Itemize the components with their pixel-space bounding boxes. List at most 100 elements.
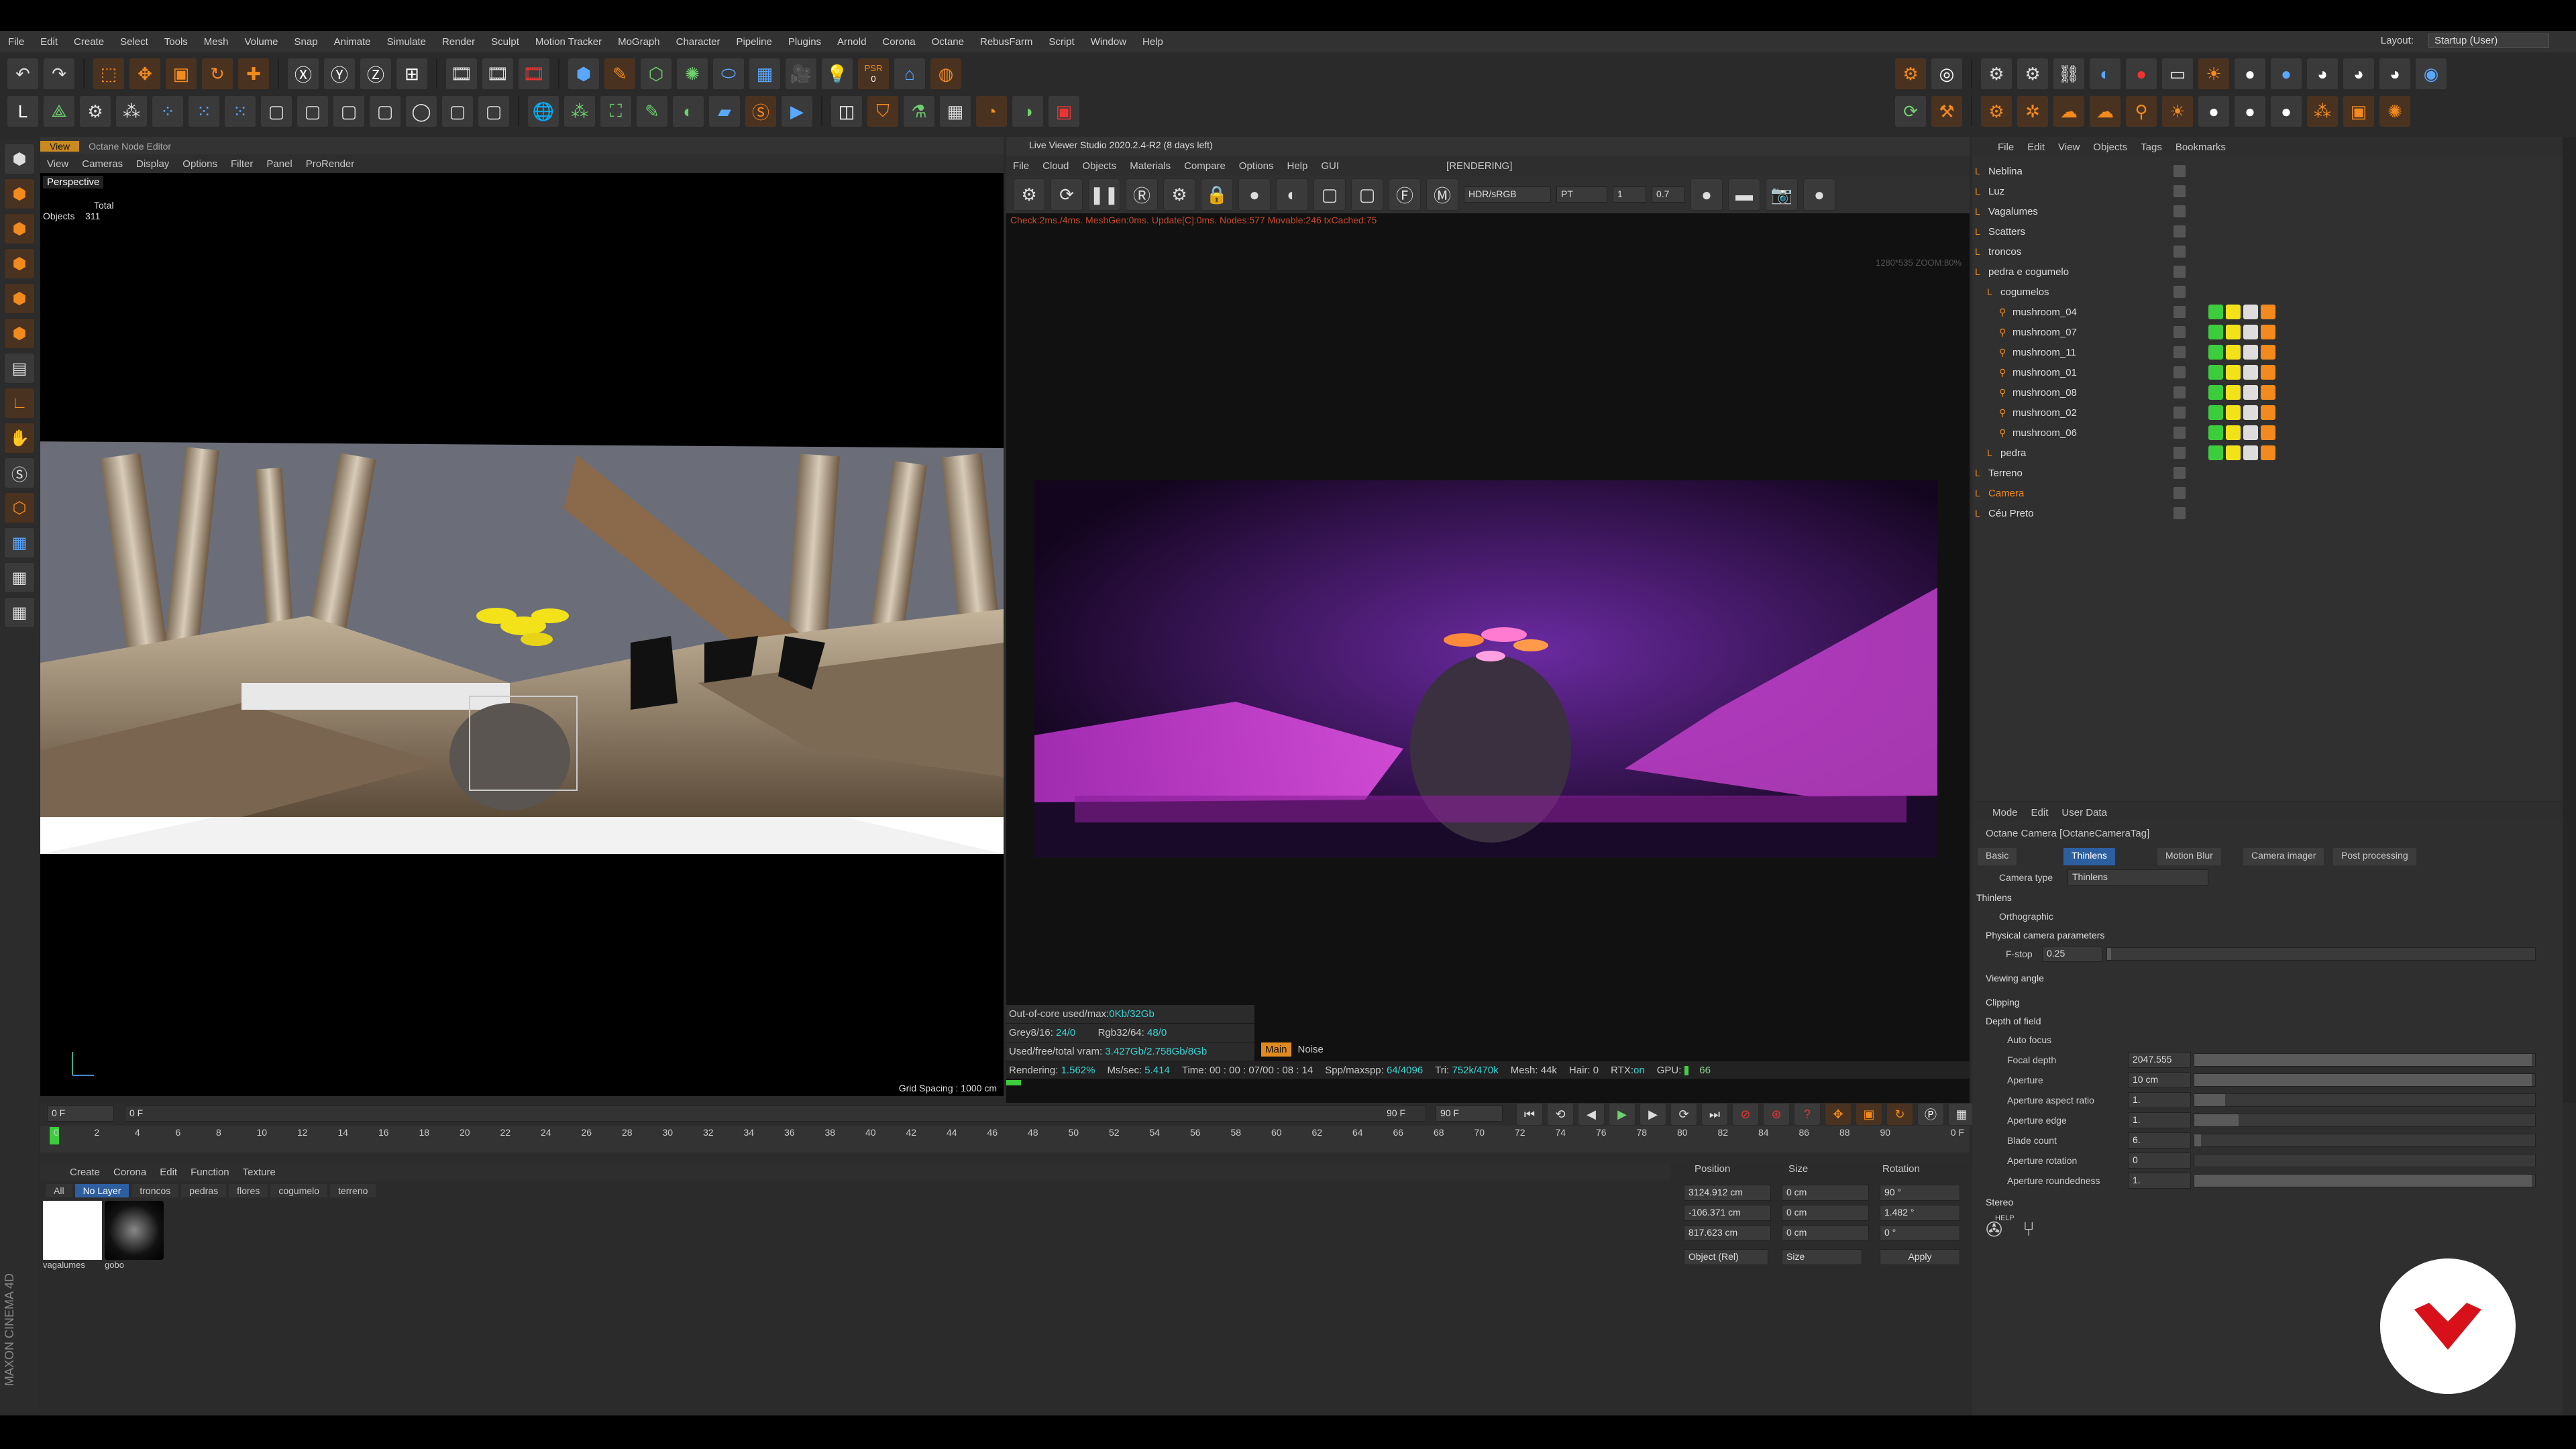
material-tag[interactable] [2243,325,2258,339]
visibility-toggle[interactable] [2174,346,2186,358]
texture-axis-icon[interactable]: ⬢ [4,178,35,209]
grid-icon[interactable]: ▢ [369,95,401,127]
refresh-icon[interactable]: ⟳ [1894,95,1927,127]
octane-connect-icon[interactable]: ⛓ [2053,58,2085,90]
uv-mode-icon[interactable]: ⁘ [152,95,184,127]
octane-sun-icon[interactable]: ☀ [2161,95,2194,127]
position-x-field[interactable]: 3124.912 cm [1684,1185,1771,1201]
visibility-toggle[interactable] [2174,386,2186,398]
menu-mograph[interactable]: MoGraph [610,36,668,48]
menu-tools[interactable]: Tools [156,36,196,48]
tweak-tool-icon[interactable]: ✋ [4,423,35,453]
material-tag[interactable] [2243,445,2258,460]
make-editable-icon[interactable]: ⬢ [4,144,35,174]
aperture-aspect-field[interactable]: 1. [2128,1092,2191,1108]
visibility-toggle[interactable] [2174,306,2186,318]
menu-select[interactable]: Select [112,36,156,48]
record-icon[interactable]: ⊘ [1732,1103,1759,1126]
autokey-icon[interactable]: ⊛ [1763,1103,1790,1126]
menu-animate[interactable]: Animate [326,36,379,48]
selection-icon[interactable]: ⬚ [93,58,125,90]
apply-button[interactable]: Apply [1880,1249,1960,1265]
menu-octane[interactable]: Octane [924,36,972,48]
lv-menu-options[interactable]: Options [1232,160,1281,172]
material-tag[interactable] [2261,305,2275,319]
render-picture-viewer-icon[interactable]: 🎞 [482,58,514,90]
rotate-icon[interactable]: ↻ [201,58,233,90]
octane-tool-icon[interactable]: ⚒ [1931,95,1963,127]
right-side-tabs[interactable] [2563,137,2576,1103]
filter-pedras[interactable]: pedras [181,1184,227,1197]
loop-icon[interactable]: ⟲ [1547,1103,1574,1126]
substance-icon[interactable]: Ⓢ [745,95,777,127]
menu-volume[interactable]: Volume [236,36,286,48]
sphere-shade-icon[interactable]: ◕ [2379,58,2411,90]
snap-icon[interactable]: ▢ [333,95,365,127]
material-tag[interactable] [2261,405,2275,420]
menu-help[interactable]: Help [1134,36,1171,48]
lv-settings-icon[interactable]: ⚙ [1013,178,1045,211]
lv-menu-compare[interactable]: Compare [1177,160,1232,172]
visibility-toggle[interactable] [2174,266,2186,278]
visibility-toggle[interactable] [2174,366,2186,378]
material-swap-icon[interactable]: ⚗ [903,95,935,127]
sun-icon[interactable]: ☀ [2198,58,2230,90]
at-menu-user-data[interactable]: User Data [2055,807,2114,818]
globe-icon[interactable]: 🌐 [527,95,559,127]
material-tag[interactable] [2243,305,2258,319]
axis-tool-icon[interactable]: ∟ [4,388,35,419]
object-row[interactable]: Ltroncos [1972,241,2563,262]
vp-menu-filter[interactable]: Filter [224,158,260,170]
object-row[interactable]: ⚲ mushroom_01 [1972,362,2563,382]
aperture-rotation-field[interactable]: 0 [2128,1152,2191,1169]
menu-motion-tracker[interactable]: Motion Tracker [527,36,610,48]
mm-menu-function[interactable]: Function [184,1167,236,1178]
paint-icon[interactable]: ⛶ [600,95,632,127]
octane-volume-icon[interactable]: ☁ [2089,95,2121,127]
fstop-slider[interactable] [2106,947,2536,961]
object-row[interactable]: L Terreno [1972,463,2563,483]
aperture-slider[interactable] [2194,1073,2536,1087]
orthographic-checkbox[interactable]: Orthographic [1999,911,2053,922]
size-z-field[interactable]: 0 cm [1782,1225,1869,1241]
visibility-toggle[interactable] [2174,507,2186,519]
object-row[interactable]: ⚲ mushroom_11 [1972,342,2563,362]
timeline-range-slider[interactable]: 0 F 90 F [125,1106,1426,1122]
workplane-tool-icon[interactable]: ⬡ [4,492,35,523]
z-axis-icon[interactable]: Ⓩ [360,58,392,90]
object-row[interactable]: ⚲ mushroom_06 [1972,423,2563,443]
material-tag[interactable] [2261,385,2275,400]
lv-value-2[interactable]: 0.7 [1652,186,1685,203]
lv-lock-icon[interactable]: 🔒 [1201,178,1233,211]
menu-simulate[interactable]: Simulate [379,36,434,48]
menu-pipeline[interactable]: Pipeline [728,36,780,48]
visibility-toggle[interactable] [2174,185,2186,197]
sphere-dark-icon[interactable]: ◕ [2343,58,2375,90]
points-mode-icon[interactable]: ⟁ [43,95,75,127]
visibility-toggle[interactable] [2174,246,2186,258]
aperture-edge-field[interactable]: 1. [2128,1112,2191,1128]
sphere-wire-icon[interactable]: ◯ [405,95,437,127]
filter-troncos[interactable]: troncos [131,1184,179,1197]
texture-mode-icon[interactable]: ⁙ [188,95,220,127]
home-icon[interactable]: ⌂ [894,58,926,90]
sphere-white-icon[interactable]: ◕ [2306,58,2339,90]
timeline-start-field[interactable]: 0 F [47,1106,114,1122]
octane-gear-icon[interactable]: ⚙ [1980,58,2012,90]
material-tag[interactable] [2226,345,2241,360]
section-physical-camera[interactable]: Physical camera parameters [1986,930,2104,941]
menu-rebusfarm[interactable]: RebusFarm [972,36,1040,48]
x-axis-icon[interactable]: Ⓧ [287,58,319,90]
object-row[interactable]: ⚲ mushroom_02 [1972,402,2563,423]
lv-camera-icon[interactable]: 📷 [1766,178,1798,211]
material-mix-icon[interactable]: ⁂ [2306,95,2339,127]
material-tag[interactable] [2226,385,2241,400]
menu-snap[interactable]: Snap [286,36,326,48]
lv-frame-icon[interactable]: ▢ [1313,178,1346,211]
filter-no-layer[interactable]: No Layer [74,1184,129,1197]
material-tag[interactable] [2261,325,2275,339]
material-tag[interactable] [2208,345,2223,360]
material-tag[interactable] [2261,365,2275,380]
kernel-select[interactable]: PT [1556,186,1607,203]
aperture-roundedness-slider[interactable] [2194,1174,2536,1187]
